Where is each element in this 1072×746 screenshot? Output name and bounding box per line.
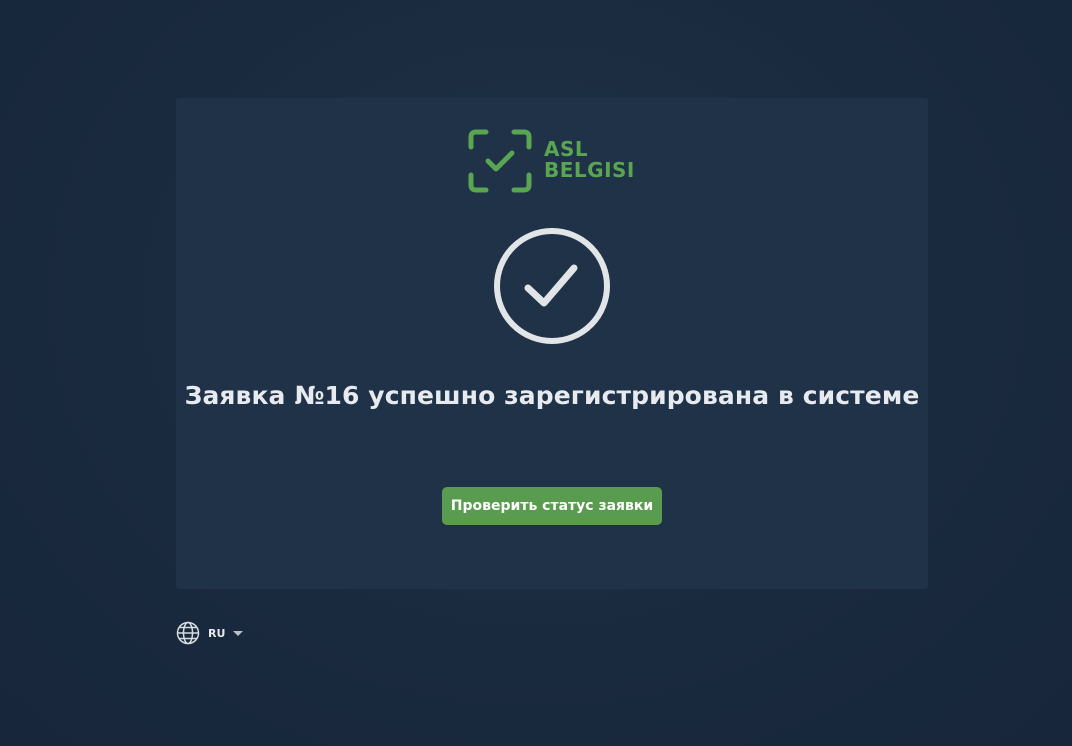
globe-icon [176,621,200,645]
logo-text-line1: ASL [544,137,589,161]
check-status-button[interactable]: Проверить статус заявки [442,487,662,525]
logo: ASL BELGISI [468,129,638,193]
check-frame-icon [468,129,532,193]
language-label: RU [208,626,226,640]
check-circle-icon [494,228,610,344]
success-card: ASL BELGISI Заявка №16 успешно зарегистр… [176,98,928,589]
chevron-down-icon [233,630,244,636]
success-message: Заявка №16 успешно зарегистрирована в си… [184,381,920,410]
logo-text: ASL BELGISI [544,139,635,181]
logo-text-line2: BELGISI [544,158,635,182]
language-selector[interactable]: RU [176,621,244,645]
